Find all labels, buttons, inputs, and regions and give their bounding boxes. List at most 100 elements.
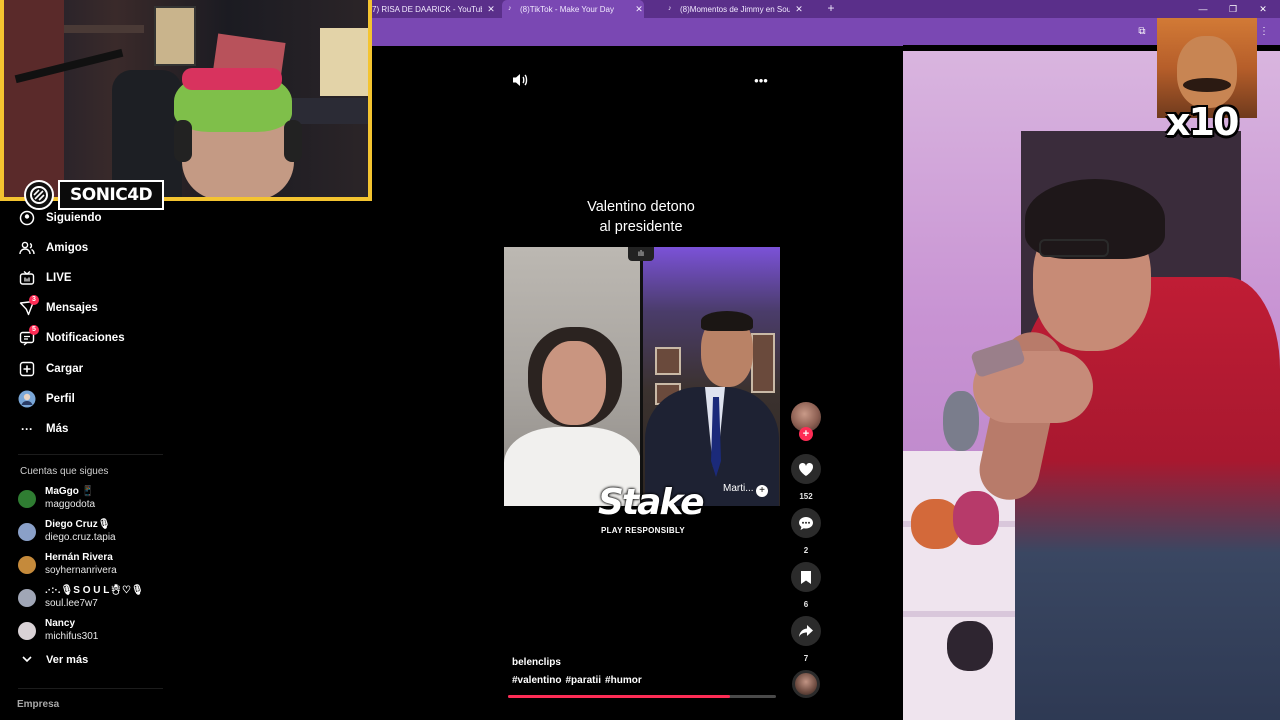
plush-toy bbox=[947, 621, 993, 671]
wall-frame bbox=[655, 347, 681, 375]
caption-line: al presidente bbox=[599, 219, 683, 235]
channel-brand: SONIC4D bbox=[24, 180, 165, 210]
browser-menu-icon[interactable]: ⋮ bbox=[1258, 26, 1270, 38]
comment-icon[interactable] bbox=[791, 508, 821, 538]
comment-count: 2 bbox=[803, 546, 809, 555]
friends-icon bbox=[18, 239, 36, 257]
following-account[interactable]: Diego Cruz🎙 diego.cruz.tapia bbox=[18, 519, 198, 549]
see-more-link[interactable]: Ver más bbox=[22, 654, 88, 666]
sidebar-item-label: Perfil bbox=[46, 393, 75, 405]
bookmark-action[interactable]: 6 bbox=[790, 562, 822, 609]
messages-badge: 3 bbox=[29, 295, 39, 305]
account-name: Hernán Rivera bbox=[45, 552, 113, 563]
account-username: diego.cruz.tapia bbox=[45, 532, 116, 543]
address-bar: ⧉ ⋮ bbox=[372, 18, 1280, 46]
follow-plus-icon[interactable]: + bbox=[756, 485, 768, 497]
sidebar-item-label: Más bbox=[46, 423, 69, 435]
tiktok-icon: ♪ bbox=[668, 5, 672, 12]
screen: 7) RISA DE DAARICK - YouTube ✕ ♪ (8)TikT… bbox=[0, 0, 1280, 720]
share-icon[interactable] bbox=[791, 616, 821, 646]
sponsor-subtitle: PLAY RESPONSIBLY bbox=[600, 526, 686, 535]
screen-cast-icon[interactable]: ⧉ bbox=[1136, 26, 1148, 38]
streamer-goggles bbox=[182, 68, 282, 90]
new-tab-button[interactable]: + bbox=[824, 0, 838, 18]
sidebar-item-profile[interactable]: Perfil bbox=[18, 389, 75, 409]
duet-right-pane bbox=[643, 247, 780, 506]
sidebar-item-live[interactable]: LIVE bbox=[18, 268, 72, 288]
tab-close-icon[interactable]: ✕ bbox=[634, 4, 644, 15]
sidebar-item-more[interactable]: ··· Más bbox=[18, 419, 68, 439]
webcam-overlay bbox=[0, 0, 372, 201]
bookmark-icon[interactable] bbox=[791, 562, 821, 592]
share-action[interactable]: 7 bbox=[790, 616, 822, 663]
following-account[interactable]: .·:·.🎙S O U L☃♡🎙 soul.lee7w7 bbox=[18, 585, 198, 615]
hashtags: #valentino #paratii #humor bbox=[512, 675, 642, 686]
poster bbox=[154, 6, 196, 66]
comment-action[interactable]: 2 bbox=[790, 508, 822, 555]
headphones bbox=[284, 120, 302, 162]
tab-close-icon[interactable]: ✕ bbox=[486, 4, 496, 15]
more-options-icon[interactable]: ••• bbox=[752, 73, 770, 89]
sidebar-divider bbox=[18, 454, 163, 455]
account-username: soul.lee7w7 bbox=[45, 598, 98, 609]
tab-tiktok-active[interactable]: ♪ (8)TikTok - Make Your Day ✕ bbox=[502, 0, 644, 18]
sidebar-item-upload[interactable]: Cargar bbox=[18, 359, 83, 379]
person-glasses bbox=[1039, 239, 1109, 257]
profile-icon bbox=[18, 390, 36, 408]
duet-video[interactable]: ılı Marti... + bbox=[504, 247, 780, 506]
close-window-button[interactable]: ✕ bbox=[1252, 0, 1274, 18]
heart-icon[interactable] bbox=[791, 454, 821, 484]
sidebar-item-following[interactable]: Siguiendo bbox=[18, 208, 102, 228]
following-account[interactable]: Hernán Rivera soyhernanrivera bbox=[18, 552, 198, 582]
minimize-button[interactable]: — bbox=[1192, 0, 1214, 18]
sidebar-item-label: LIVE bbox=[46, 272, 72, 284]
sidebar-item-friends[interactable]: Amigos bbox=[18, 238, 88, 258]
tab-close-icon[interactable]: ✕ bbox=[794, 4, 804, 15]
video-progress-bar[interactable] bbox=[508, 695, 776, 698]
volume-icon[interactable] bbox=[511, 73, 529, 89]
video-caption: Valentino detono al presidente bbox=[540, 197, 742, 237]
hashtag-link[interactable]: #valentino bbox=[512, 675, 561, 686]
person-right-hair bbox=[701, 311, 753, 331]
restore-button[interactable]: ❐ bbox=[1222, 0, 1244, 18]
plush-toy bbox=[953, 491, 999, 545]
sidebar-item-label: Amigos bbox=[46, 242, 89, 254]
headphones bbox=[174, 120, 192, 162]
more-icon: ··· bbox=[21, 422, 33, 436]
duet-left-pane bbox=[504, 247, 641, 506]
tab-youtube[interactable]: 7) RISA DE DAARICK - YouTube ✕ bbox=[366, 0, 496, 18]
hashtag-link[interactable]: #paratii bbox=[565, 675, 601, 686]
follow-creator-button[interactable]: + bbox=[799, 427, 813, 441]
avatar bbox=[18, 622, 36, 640]
account-name: MaGgo 📱 bbox=[45, 486, 95, 497]
like-count: 152 bbox=[799, 492, 813, 501]
sidebar-item-notifications[interactable]: 5 Notificaciones bbox=[18, 325, 125, 348]
video-author[interactable]: belenclips bbox=[512, 657, 561, 668]
tiktok-icon: ♪ bbox=[508, 5, 512, 12]
chevron-down-icon bbox=[22, 655, 36, 665]
figure bbox=[943, 391, 979, 451]
notifications-icon: 5 bbox=[18, 325, 39, 347]
following-account[interactable]: MaGgo 📱 maggodota bbox=[18, 486, 198, 516]
meme-multiplier-label: x10 bbox=[1166, 100, 1239, 144]
sidebar-item-messages[interactable]: 3 Mensajes bbox=[18, 295, 98, 318]
shelf-board bbox=[903, 611, 1033, 617]
tab-tiktok-jimmy[interactable]: ♪ (8)Momentos de Jimmy en Sou ✕ bbox=[662, 0, 804, 18]
sound-disc-avatar[interactable] bbox=[792, 670, 820, 698]
avatar bbox=[18, 490, 36, 508]
avatar bbox=[18, 523, 36, 541]
following-account[interactable]: Nancy michifus301 bbox=[18, 618, 198, 648]
account-username: maggodota bbox=[45, 499, 96, 510]
notifications-badge: 5 bbox=[29, 325, 39, 335]
sidebar-item-label: Mensajes bbox=[46, 302, 98, 314]
sponsor-logo: Stake bbox=[598, 482, 705, 523]
account-name: .·:·.🎙S O U L☃♡🎙 bbox=[45, 585, 144, 596]
like-action[interactable]: 152 bbox=[790, 454, 822, 501]
video-progress-fill bbox=[508, 695, 731, 698]
sidebar-item-label: Cargar bbox=[46, 363, 84, 375]
upload-icon bbox=[18, 360, 36, 378]
channel-name: SONIC4D bbox=[58, 180, 165, 210]
hashtag-link[interactable]: #humor bbox=[605, 675, 642, 686]
company-link[interactable]: Empresa bbox=[17, 699, 59, 710]
live-icon bbox=[18, 269, 36, 287]
